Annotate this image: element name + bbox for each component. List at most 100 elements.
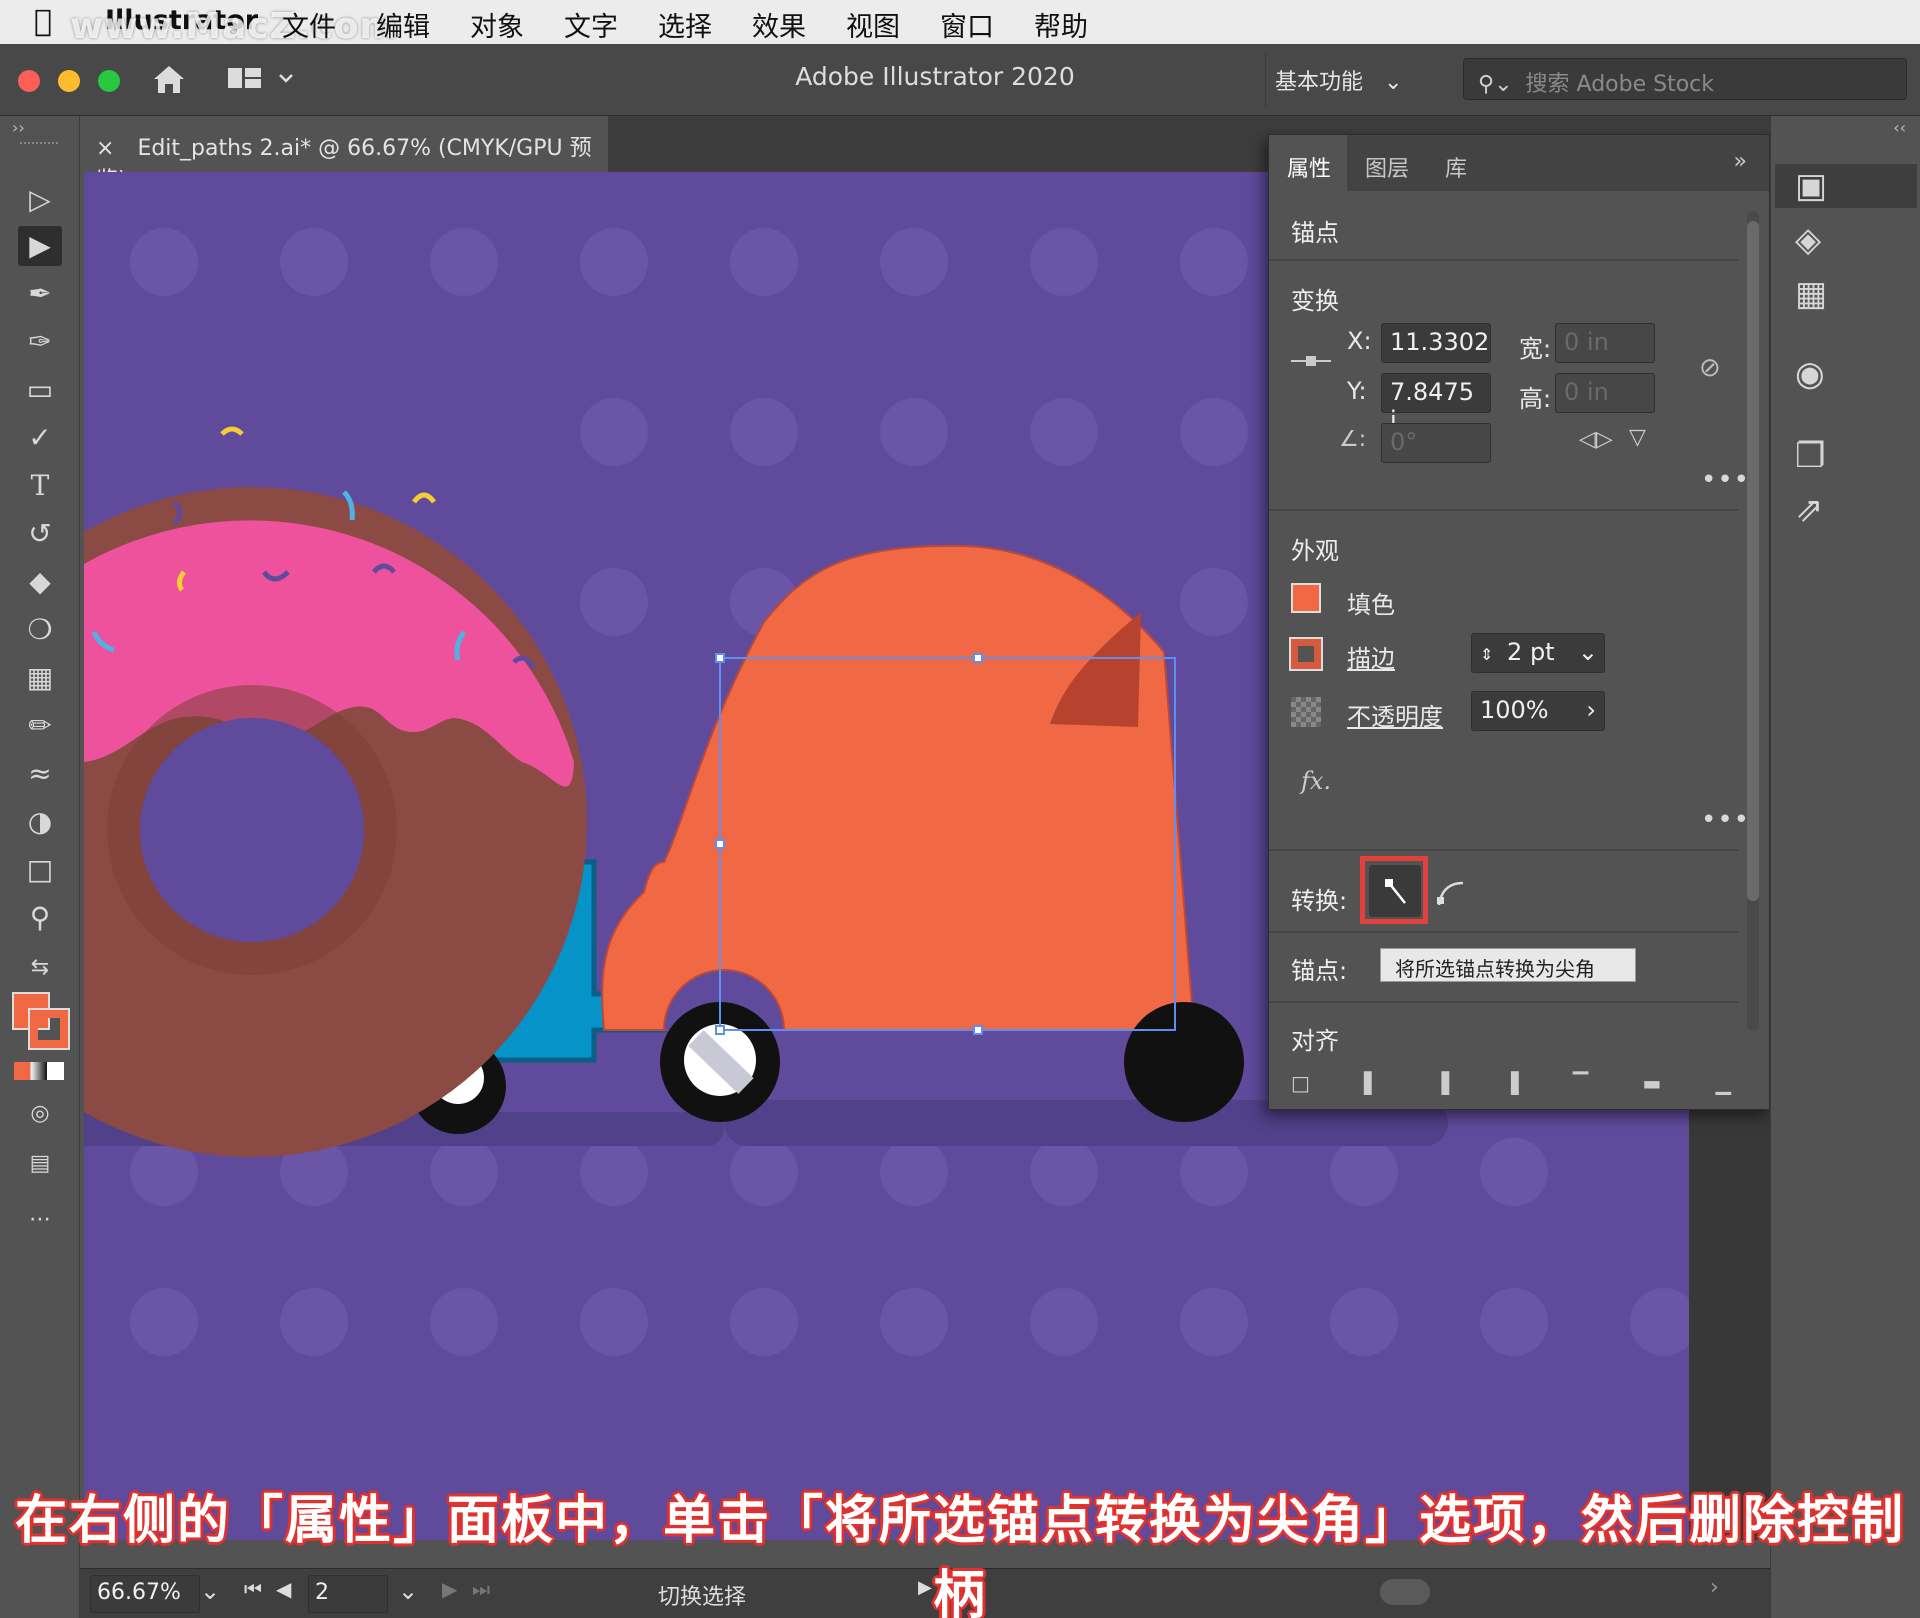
fx-effects-button[interactable]: fx. [1301, 767, 1331, 795]
y-position-field[interactable]: 7.8475 i [1381, 373, 1491, 434]
opacity-field[interactable]: 100% › [1471, 691, 1605, 731]
type-tool-icon[interactable]: T [18, 466, 62, 506]
edit-toolbar-icon[interactable]: ⋯ [18, 1200, 62, 1240]
eraser-tool-icon[interactable]: ◆ [18, 562, 62, 602]
stroke-label[interactable]: 描边 [1347, 639, 1395, 674]
opacity-label[interactable]: 不透明度 [1347, 697, 1443, 732]
more-appearance-options-icon[interactable]: ••• [1701, 805, 1750, 835]
properties-panel-icon[interactable]: ▣ [1795, 166, 1827, 206]
window-titlebar: Adobe Illustrator 2020 基本功能 ⌄ ⚲⌄ 搜索 Adob… [0, 44, 1920, 116]
shape-builder-tool-icon[interactable]: ◑ [18, 802, 62, 842]
apple-menu-icon[interactable]:  [34, 4, 52, 39]
workspace-label: 基本功能 [1275, 70, 1364, 95]
flip-vertical-icon[interactable]: ▽ [1629, 425, 1646, 450]
panel-menu-icon[interactable]: » [1734, 149, 1747, 174]
width-field[interactable]: 0 in [1555, 323, 1655, 363]
stroke-weight-field[interactable]: ⇕ 2 pt ⌄ [1471, 633, 1605, 673]
selection-tool-icon[interactable]: ▷ [18, 180, 62, 220]
more-transform-options-icon[interactable]: ••• [1701, 465, 1750, 495]
stock-search-input[interactable]: ⚲⌄ 搜索 Adobe Stock [1463, 58, 1907, 100]
x-position-field[interactable]: 11.3302 [1381, 323, 1491, 363]
export-panel-icon[interactable]: ⇗ [1795, 490, 1824, 530]
align-hcenter-icon[interactable]: ▐ [1434, 1071, 1449, 1095]
document-tab[interactable]: × Edit_paths 2.ai* @ 66.67% (CMYK/GPU 预览… [80, 116, 608, 193]
constrain-proportions-icon[interactable]: ⊘ [1699, 353, 1721, 383]
panel-scrollbar-thumb[interactable] [1747, 221, 1759, 901]
menu-type[interactable]: 文字 [564, 5, 618, 44]
color-themes-panel-icon[interactable]: ◉ [1795, 354, 1825, 394]
stroke-swatch[interactable] [1289, 637, 1323, 671]
align-bottom-icon[interactable]: ▁ [1716, 1071, 1731, 1095]
align-right-icon[interactable]: ▐ [1503, 1071, 1518, 1095]
menu-select[interactable]: 选择 [658, 5, 712, 44]
tab-properties[interactable]: 属性 [1287, 151, 1331, 183]
tab-layers[interactable]: 图层 [1365, 151, 1409, 183]
collapse-toolbar-icon[interactable]: ›› [12, 118, 25, 137]
menu-bar:  Illustrator www.MacZ.com 文件 编辑 对象 文字 选… [0, 0, 1920, 47]
zoom-tool-icon[interactable]: ⚲ [18, 898, 62, 938]
opacity-swatch [1291, 697, 1321, 727]
collapse-dock-icon[interactable]: ‹‹ [1893, 118, 1906, 137]
eyedropper-tool-icon[interactable]: ✏ [18, 706, 62, 746]
flip-horizontal-icon[interactable]: ◁▷ [1579, 427, 1613, 452]
color-mode-buttons[interactable] [14, 1062, 64, 1080]
section-divider [1269, 509, 1739, 511]
menu-object[interactable]: 对象 [470, 5, 524, 44]
menu-view[interactable]: 视图 [846, 5, 900, 44]
artboards-panel-icon[interactable]: ❐ [1795, 436, 1825, 476]
curvature-tool-icon[interactable]: ✑ [18, 322, 62, 362]
panel-tabs: 属性 图层 库 » [1269, 135, 1769, 191]
fill-swatch[interactable] [1291, 583, 1321, 613]
stroke-weight-value: 2 pt [1507, 638, 1555, 666]
pen-tool-icon[interactable]: ✒ [18, 274, 62, 314]
transform-heading: 变换 [1291, 287, 1339, 315]
rotate-angle-field[interactable]: 0° [1381, 423, 1491, 463]
toolbar-grip[interactable] [20, 142, 58, 148]
section-divider [1269, 849, 1739, 851]
section-divider [1269, 259, 1739, 261]
menu-edit[interactable]: 编辑 [376, 5, 430, 44]
align-to-icon[interactable]: □ [1291, 1071, 1310, 1095]
rotate-tool-icon[interactable]: ↺ [18, 514, 62, 554]
reference-point-icon[interactable] [1291, 351, 1331, 371]
tutorial-caption: 在右侧的「属性」面板中，单击「将所选锚点转换为尖角」选项，然后删除控制柄 [14, 1491, 1905, 1618]
align-buttons-row: □ ▌ ▐ ▐ ▔ ▬ ▁ [1291, 1071, 1731, 1095]
tools-panel: ›› ▷ ▶ ✒ ✑ ▭ ✓ T ↺ ◆ ❍ ▦ ✏ ≈ ◑ □ ⚲ ⇆ ◎ ▤… [0, 116, 80, 1618]
paintbrush-tool-icon[interactable]: ✓ [18, 418, 62, 458]
menu-window[interactable]: 窗口 [940, 5, 994, 44]
appearance-heading: 外观 [1291, 537, 1339, 565]
align-top-icon[interactable]: ▔ [1573, 1071, 1588, 1095]
section-divider [1269, 1001, 1739, 1003]
close-tab-icon[interactable]: × [96, 136, 114, 161]
titlebar-divider [1265, 52, 1266, 108]
libraries-panel-icon[interactable]: ▦ [1795, 274, 1827, 314]
draw-mode-icon[interactable]: ◎ [18, 1094, 62, 1134]
height-field[interactable]: 0 in [1555, 373, 1655, 413]
tab-libraries[interactable]: 库 [1445, 151, 1467, 183]
align-left-icon[interactable]: ▌ [1364, 1071, 1379, 1095]
convert-label: 转换: [1291, 887, 1348, 915]
swap-fill-stroke-icon[interactable]: ⇆ [18, 948, 62, 988]
direct-selection-tool-icon[interactable]: ▶ [18, 226, 62, 266]
workspace-switcher[interactable]: 基本功能 ⌄ [1275, 64, 1402, 96]
artboard-tool-icon[interactable]: □ [18, 850, 62, 890]
menu-items: 文件 编辑 对象 文字 选择 效果 视图 窗口 帮助 [282, 5, 1128, 44]
menu-file[interactable]: 文件 [282, 5, 336, 44]
stroke-color-swatch[interactable] [28, 1008, 70, 1050]
chevron-down-icon[interactable]: ⌄ [1578, 638, 1598, 666]
convert-to-smooth-icon[interactable] [1433, 875, 1469, 911]
stepper-icon[interactable]: ⇕ [1480, 645, 1493, 664]
blend-tool-icon[interactable]: ≈ [18, 754, 62, 794]
align-vcenter-icon[interactable]: ▬ [1642, 1071, 1661, 1095]
menu-effect[interactable]: 效果 [752, 5, 806, 44]
free-transform-tool-icon[interactable]: ❍ [18, 610, 62, 650]
menu-help[interactable]: 帮助 [1034, 5, 1088, 44]
opacity-value: 100% [1480, 696, 1549, 724]
layers-panel-icon[interactable]: ◈ [1795, 220, 1821, 260]
screen-mode-icon[interactable]: ▤ [18, 1144, 62, 1184]
gradient-tool-icon[interactable]: ▦ [18, 658, 62, 698]
chevron-right-icon[interactable]: › [1586, 696, 1596, 724]
selection-type-label: 锚点 [1291, 219, 1339, 247]
rectangle-tool-icon[interactable]: ▭ [18, 370, 62, 410]
panel-scrollbar[interactable] [1747, 211, 1759, 1031]
